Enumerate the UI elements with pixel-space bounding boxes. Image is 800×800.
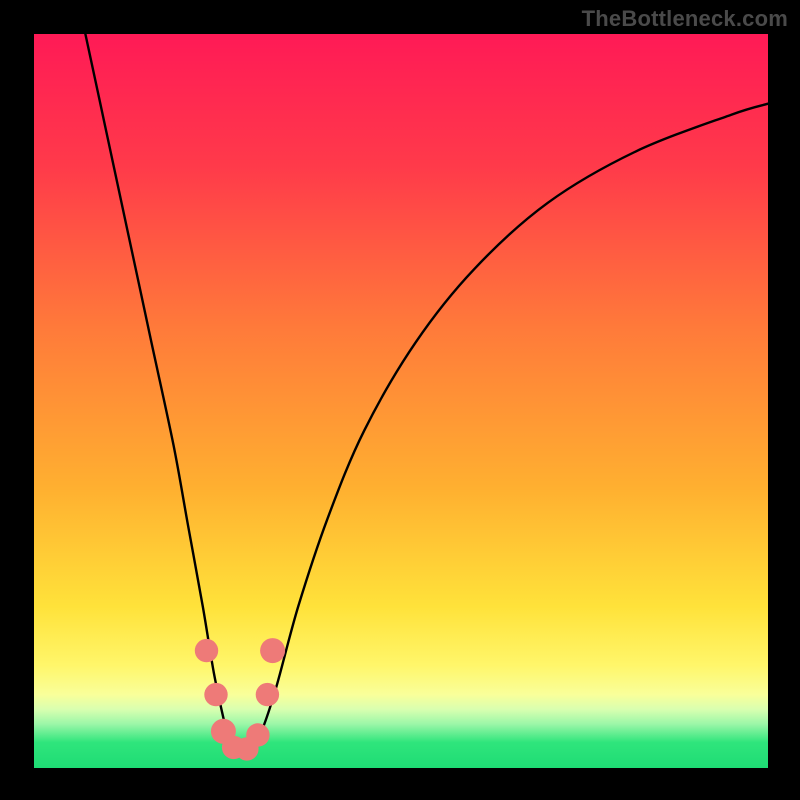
attribution-label: TheBottleneck.com (582, 6, 788, 32)
curve-marker (195, 639, 218, 662)
gradient-background (34, 34, 768, 768)
plot-svg (34, 34, 768, 768)
curve-marker (260, 638, 285, 663)
chart-frame: TheBottleneck.com (0, 0, 800, 800)
curve-marker (204, 683, 227, 706)
curve-marker (256, 683, 279, 706)
plot-area (34, 34, 768, 768)
curve-marker (246, 723, 269, 746)
attribution-text: TheBottleneck.com (582, 6, 788, 32)
